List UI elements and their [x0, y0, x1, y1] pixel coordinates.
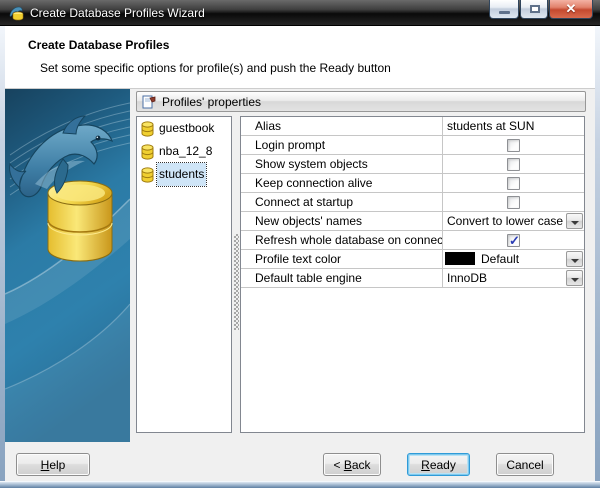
sidebar-artwork-dolphin-logo [5, 89, 130, 442]
property-label: Connect at startup [241, 193, 443, 211]
window-title: Create Database Profiles Wizard [30, 6, 205, 20]
property-label: Default table engine [241, 269, 443, 287]
properties-panel-header: Profiles' properties [136, 91, 586, 112]
connect-at-startup-cell [443, 193, 584, 211]
list-item-nba-12-8[interactable]: nba_12_8 [137, 140, 231, 163]
profiles-list[interactable]: guestbook nba_12_8 students [136, 116, 232, 433]
keep-connection-alive-cell [443, 174, 584, 192]
property-label: New objects' names [241, 212, 443, 230]
profile-name: nba_12_8 [159, 140, 212, 163]
maximize-icon [530, 5, 540, 13]
database-icon [141, 167, 154, 183]
splitter-handle[interactable] [233, 116, 240, 433]
refresh-database-cell [443, 231, 584, 249]
dropdown-button[interactable] [566, 251, 583, 267]
show-system-objects-cell [443, 155, 584, 173]
properties-table: Alias students at SUN Login prompt Show … [240, 116, 585, 433]
list-item-students[interactable]: students [137, 163, 231, 186]
refresh-database-checkbox[interactable] [507, 234, 520, 247]
table-row-alias: Alias students at SUN [241, 117, 584, 136]
property-label: Profile text color [241, 250, 443, 268]
close-button[interactable]: ✕ [549, 0, 593, 19]
show-system-objects-checkbox[interactable] [507, 158, 520, 171]
help-button[interactable]: Help [16, 453, 90, 476]
table-row-keep-connection-alive: Keep connection alive [241, 174, 584, 193]
window-border-bottom [0, 481, 600, 488]
wizard-window: Create Database Profiles Wizard ✕ Create… [0, 0, 600, 488]
chevron-down-icon [571, 259, 579, 263]
property-label: Alias [241, 117, 443, 135]
splitter-grip-dots [234, 234, 239, 330]
close-icon: ✕ [550, 1, 592, 17]
property-label: Show system objects [241, 155, 443, 173]
login-prompt-checkbox[interactable] [507, 139, 520, 152]
table-row-default-table-engine: Default table engine InnoDB [241, 269, 584, 288]
combobox-value: InnoDB [443, 269, 487, 287]
table-row-connect-at-startup: Connect at startup [241, 193, 584, 212]
alias-value-field[interactable]: students at SUN [443, 117, 584, 135]
alias-value-text: students at SUN [447, 119, 534, 133]
table-row-profile-text-color: Profile text color Default [241, 250, 584, 269]
page-title: Create Database Profiles [28, 38, 169, 52]
new-objects-names-combobox[interactable]: Convert to lower case [443, 212, 584, 230]
color-swatch [445, 252, 475, 265]
properties-icon [141, 94, 157, 110]
chevron-down-icon [571, 278, 579, 282]
page-subtitle: Set some specific options for profile(s)… [40, 61, 391, 75]
database-icon [141, 121, 154, 137]
combobox-value: Convert to lower case [443, 212, 563, 230]
property-label: Keep connection alive [241, 174, 443, 192]
connect-at-startup-checkbox[interactable] [507, 196, 520, 209]
minimize-button[interactable] [489, 0, 519, 19]
table-row-refresh-whole-database: Refresh whole database on connect [241, 231, 584, 250]
database-icon [141, 144, 154, 160]
app-dolphin-icon [8, 5, 24, 21]
table-row-show-system-objects: Show system objects [241, 155, 584, 174]
window-border-left [0, 26, 5, 488]
chevron-down-icon [571, 221, 579, 225]
ready-button[interactable]: Ready [407, 453, 470, 476]
login-prompt-cell [443, 136, 584, 154]
minimize-icon [499, 11, 510, 14]
combobox-value: Default [481, 252, 519, 266]
table-row-new-objects-names: New objects' names Convert to lower case [241, 212, 584, 231]
profile-name: students [157, 163, 206, 186]
profile-name: guestbook [159, 117, 214, 140]
property-label: Refresh whole database on connect [241, 231, 443, 249]
back-button[interactable]: < Back [323, 453, 381, 476]
default-table-engine-combobox[interactable]: InnoDB [443, 269, 584, 287]
profile-text-color-combobox[interactable]: Default [443, 250, 584, 268]
table-row-login-prompt: Login prompt [241, 136, 584, 155]
maximize-button[interactable] [520, 0, 548, 19]
wizard-header: Create Database Profiles Set some specif… [5, 26, 595, 89]
dropdown-button[interactable] [566, 270, 583, 286]
keep-connection-alive-checkbox[interactable] [507, 177, 520, 190]
dropdown-button[interactable] [566, 213, 583, 229]
properties-panel-title: Profiles' properties [162, 95, 261, 109]
property-label: Login prompt [241, 136, 443, 154]
client-area: Create Database Profiles Set some specif… [5, 26, 595, 481]
cancel-button[interactable]: Cancel [496, 453, 554, 476]
window-border-right [595, 26, 600, 488]
titlebar[interactable]: Create Database Profiles Wizard ✕ [0, 0, 600, 26]
list-item-guestbook[interactable]: guestbook [137, 117, 231, 140]
